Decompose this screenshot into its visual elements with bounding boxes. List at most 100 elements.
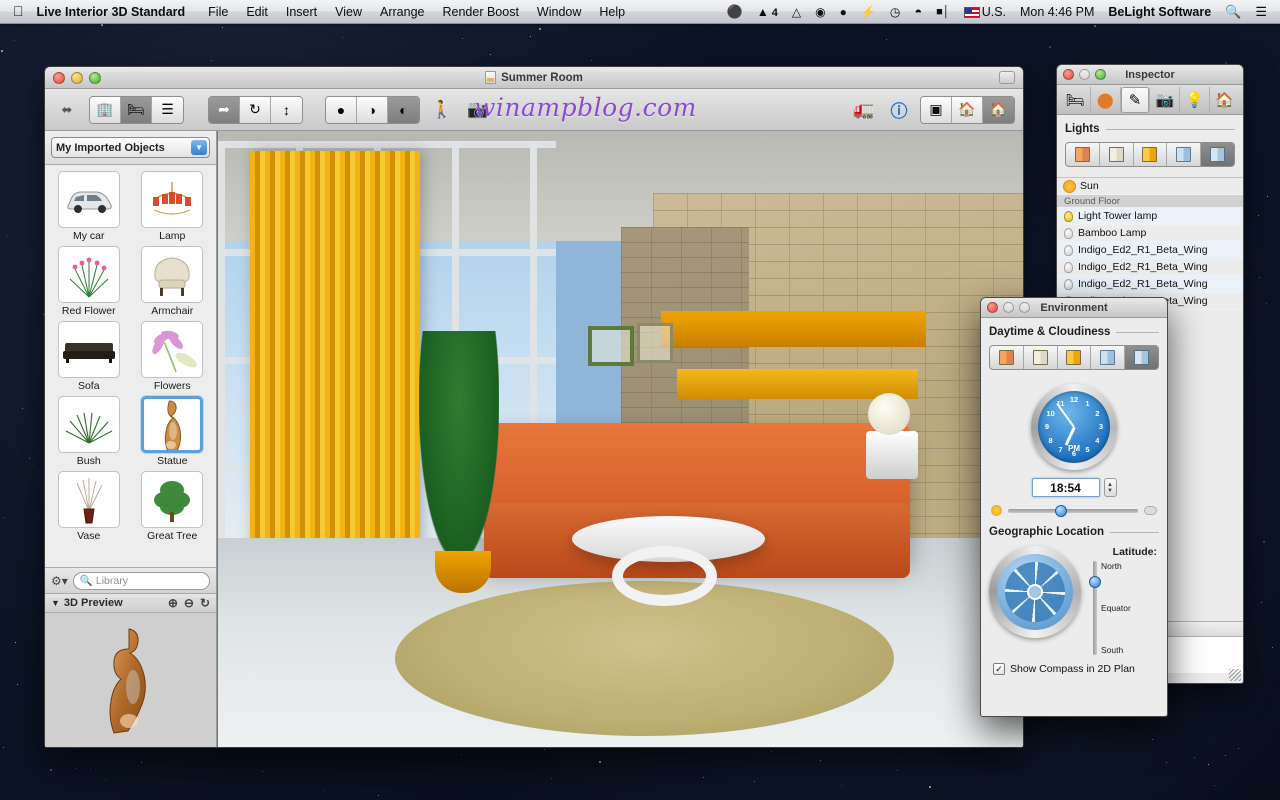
chandelier-icon[interactable] — [141, 171, 203, 228]
menu-item-insert[interactable]: Insert — [277, 0, 326, 24]
flowers-icon[interactable] — [141, 321, 203, 378]
list-tool-icon[interactable]: ☰ — [152, 97, 183, 123]
apple-menu-icon[interactable]:  — [0, 4, 35, 18]
time-stepper[interactable]: ▲ ▼ — [1104, 478, 1117, 497]
weather-sunny[interactable] — [1058, 346, 1092, 369]
analog-clock-icon[interactable]: PM 12 1 2 3 4 5 6 7 8 9 10 11 — [1031, 384, 1117, 470]
menu-item-edit[interactable]: Edit — [237, 0, 277, 24]
preview-3d-box[interactable] — [45, 613, 216, 748]
dropbox-icon[interactable]: ⚫ — [720, 0, 750, 24]
menu-app-name[interactable]: Live Interior 3D Standard — [35, 0, 200, 24]
close-button[interactable] — [53, 72, 65, 84]
menu-item-window[interactable]: Window — [528, 0, 590, 24]
library-object-vase[interactable]: Vase — [50, 471, 128, 542]
tab-object-inspector[interactable]: 🛏 — [1061, 87, 1091, 113]
zoom-out-icon[interactable]: ⊖ — [184, 596, 194, 610]
google-drive-icon[interactable]: △ — [785, 0, 808, 24]
show-compass-row[interactable]: ✓ Show Compass in 2D Plan — [981, 655, 1167, 675]
zoom-in-icon[interactable]: ⊕ — [168, 596, 178, 610]
light-mode-night[interactable] — [1167, 143, 1201, 166]
library-object-lamp[interactable]: Lamp — [134, 171, 212, 242]
battery-icon[interactable]: ■│ — [929, 0, 957, 24]
rotate-tool-icon[interactable]: ↻ — [240, 97, 271, 123]
weather-sunset[interactable] — [990, 346, 1024, 369]
bulb-off-icon[interactable] — [1064, 279, 1073, 290]
viewport-3d[interactable] — [217, 131, 1023, 748]
wall-tool-icon[interactable]: 🏢 — [90, 97, 121, 123]
bulb-off-icon[interactable] — [1064, 262, 1073, 273]
spotlight-search-icon[interactable]: 🔍 — [1218, 0, 1248, 24]
weather-custom-time[interactable] — [1125, 346, 1158, 369]
library-object-armchair[interactable]: Armchair — [134, 246, 212, 317]
render-boost-icon[interactable]: 🚛 — [850, 96, 878, 124]
light-list-item[interactable]: Indigo_Ed2_R1_Beta_Wing — [1057, 259, 1243, 276]
car-icon[interactable] — [58, 171, 120, 228]
info-icon[interactable]: ⓘ — [885, 96, 913, 124]
library-category-popup[interactable]: My Imported Objects ▼ — [51, 137, 210, 158]
light-list-item[interactable]: Indigo_Ed2_R1_Beta_Wing — [1057, 242, 1243, 259]
light-mode-daylight-bright[interactable] — [1134, 143, 1168, 166]
library-object-sofa[interactable]: Sofa — [50, 321, 128, 392]
app-icon[interactable]: ● — [833, 0, 854, 24]
weather-night[interactable] — [1091, 346, 1125, 369]
toolbar-toggle-button[interactable] — [999, 71, 1015, 84]
evernote-icon[interactable]: ◉ — [808, 0, 832, 24]
menu-item-help[interactable]: Help — [590, 0, 634, 24]
bulb-off-icon[interactable] — [1064, 245, 1073, 256]
library-object-great-tree[interactable]: Great Tree — [134, 471, 212, 542]
view-2d-plan-icon[interactable]: ▣ — [921, 97, 952, 123]
tab-camera-inspector[interactable]: 📷 — [1150, 87, 1180, 113]
move-tool-icon[interactable]: ↕ — [271, 97, 302, 123]
time-input[interactable]: 18:54 — [1032, 478, 1100, 497]
maximize-button[interactable] — [89, 72, 101, 84]
input-locale[interactable]: U.S. — [957, 0, 1013, 24]
menu-item-arrange[interactable]: Arrange — [371, 0, 433, 24]
gear-icon[interactable]: ⚙▾ — [51, 574, 68, 588]
latitude-slider[interactable] — [1093, 561, 1097, 655]
bush-icon[interactable] — [58, 396, 120, 453]
adobe-icon[interactable]: ▲ 4 — [750, 0, 785, 24]
light-list-item[interactable]: Light Tower lamp — [1057, 208, 1243, 225]
timemachine-icon[interactable]: ◷ — [883, 0, 907, 24]
light-list-item[interactable]: Sun — [1057, 178, 1243, 195]
bulb-off-icon[interactable] — [1064, 228, 1073, 239]
flash-icon[interactable]: ⚡ — [854, 0, 883, 24]
tab-edit-inspector[interactable]: ✎ — [1121, 87, 1151, 113]
menubar-user[interactable]: BeLight Software — [1101, 0, 1218, 24]
bulb-on-icon[interactable] — [1064, 211, 1073, 222]
menu-item-view[interactable]: View — [326, 0, 371, 24]
environment-title-bar[interactable]: Environment — [981, 298, 1167, 318]
menu-item-file[interactable]: File — [199, 0, 237, 24]
rotate-icon[interactable]: ↻ — [200, 596, 210, 610]
armchair-icon[interactable] — [141, 246, 203, 303]
library-object-my-car[interactable]: My car — [50, 171, 128, 242]
latitude-slider-knob[interactable] — [1089, 576, 1101, 588]
light-mode-daylight-neutral[interactable] — [1100, 143, 1134, 166]
disclosure-triangle-icon[interactable]: ▼ — [51, 598, 60, 608]
render-shade-icon[interactable]: ◑ — [357, 97, 388, 123]
wifi-icon[interactable]: ◓ — [907, 0, 929, 24]
light-mode-auto-time[interactable] — [1201, 143, 1234, 166]
light-mode-daylight-warm[interactable] — [1066, 143, 1100, 166]
compass-rose-icon[interactable] — [989, 546, 1081, 638]
resize-handle-icon[interactable]: ⬌ — [53, 96, 81, 124]
tab-material-inspector[interactable]: ⬤ — [1091, 87, 1121, 113]
menubar-clock[interactable]: Mon 4:46 PM — [1013, 0, 1101, 24]
cloudiness-slider-knob[interactable] — [1055, 505, 1067, 517]
sofa-icon[interactable] — [58, 321, 120, 378]
view-split-icon[interactable]: 🏠 — [952, 97, 983, 123]
library-object-flowers[interactable]: Flowers — [134, 321, 212, 392]
tab-building-inspector[interactable]: 🏠 — [1210, 87, 1239, 113]
notification-center-icon[interactable]: ☰ — [1248, 0, 1274, 24]
library-object-red-flower[interactable]: Red Flower — [50, 246, 128, 317]
render-flat-icon[interactable]: ● — [326, 97, 357, 123]
weather-overcast[interactable] — [1024, 346, 1058, 369]
menu-item-render-boost[interactable]: Render Boost — [433, 0, 527, 24]
show-compass-checkbox[interactable]: ✓ — [993, 663, 1005, 675]
tab-light-inspector[interactable]: 💡 — [1180, 87, 1210, 113]
vase-icon[interactable] — [58, 471, 120, 528]
tree-icon[interactable] — [141, 471, 203, 528]
view-3d-icon[interactable]: 🏠 — [983, 97, 1014, 123]
light-list-item[interactable]: Bamboo Lamp — [1057, 225, 1243, 242]
statue-icon[interactable] — [141, 396, 203, 453]
